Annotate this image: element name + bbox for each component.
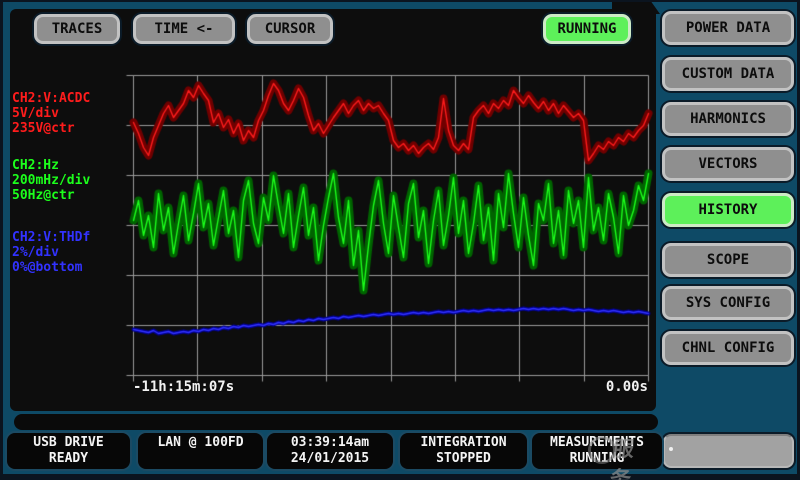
running-status-button[interactable]: RUNNING — [543, 14, 631, 44]
history-button[interactable]: HISTORY — [662, 193, 794, 227]
status-line: RUNNING — [532, 451, 662, 467]
channel-position: 0%@bottom — [12, 260, 130, 275]
status-time: 03:39:14am — [267, 435, 393, 451]
chnl-config-button[interactable]: CHNL CONFIG — [662, 331, 794, 365]
x-axis-start-label: -11h:15m:07s — [133, 379, 234, 395]
integration-status-box: INTEGRATION STOPPED — [400, 433, 527, 469]
status-date: 24/01/2015 — [267, 451, 393, 467]
channel-name: CH2:V:THDf — [12, 230, 130, 245]
x-axis-end-label: 0.00s — [498, 379, 648, 395]
status-line: USB DRIVE — [7, 435, 130, 451]
blank-softkey-button[interactable] — [663, 434, 794, 468]
cursor-button[interactable]: CURSOR — [247, 14, 333, 44]
custom-data-button[interactable]: CUSTOM DATA — [662, 57, 794, 91]
traces-button[interactable]: TRACES — [34, 14, 120, 44]
power-data-button[interactable]: POWER DATA — [662, 11, 794, 45]
screen-frame-bottom — [0, 474, 800, 480]
status-line: READY — [7, 451, 130, 467]
time-direction-button[interactable]: TIME <- — [133, 14, 235, 44]
screen-frame-left — [0, 0, 3, 480]
power-analyzer-screen: TRACES TIME <- CURSOR RUNNING CH2:V:ACDC… — [0, 0, 800, 480]
status-line: STOPPED — [400, 451, 527, 467]
sys-config-button[interactable]: SYS CONFIG — [662, 286, 794, 320]
channel-scale: 2%/div — [12, 245, 130, 260]
status-line: MEASUREMENTS — [532, 435, 662, 451]
clock-status-box: 03:39:14am 24/01/2015 — [267, 433, 393, 469]
channel-label-voltage: CH2:V:ACDC 5V/div 235V@ctr — [12, 91, 130, 136]
channel-scale: 5V/div — [12, 106, 130, 121]
history-trend-chart — [123, 68, 656, 384]
channel-position: 50Hz@ctr — [12, 188, 130, 203]
channel-position: 235V@ctr — [12, 121, 130, 136]
bottom-separator-bar — [14, 414, 658, 430]
channel-name: CH2:V:ACDC — [12, 91, 130, 106]
usb-status-box: USB DRIVE READY — [7, 433, 130, 469]
vectors-button[interactable]: VECTORS — [662, 147, 794, 181]
screen-frame-top — [0, 0, 800, 2]
lan-status-box: LAN @ 100FD — [138, 433, 263, 469]
channel-scale: 200mHz/div — [12, 173, 130, 188]
channel-name: CH2:Hz — [12, 158, 130, 173]
channel-label-thd: CH2:V:THDf 2%/div 0%@bottom — [12, 230, 130, 275]
channel-label-frequency: CH2:Hz 200mHz/div 50Hz@ctr — [12, 158, 130, 203]
scope-button[interactable]: SCOPE — [662, 243, 794, 277]
status-line: INTEGRATION — [400, 435, 527, 451]
main-panel-top-tab — [612, 0, 660, 14]
status-line: LAN @ 100FD — [138, 435, 263, 451]
measurements-status-box: MEASUREMENTS RUNNING — [532, 433, 662, 469]
harmonics-button[interactable]: HARMONICS — [662, 102, 794, 136]
